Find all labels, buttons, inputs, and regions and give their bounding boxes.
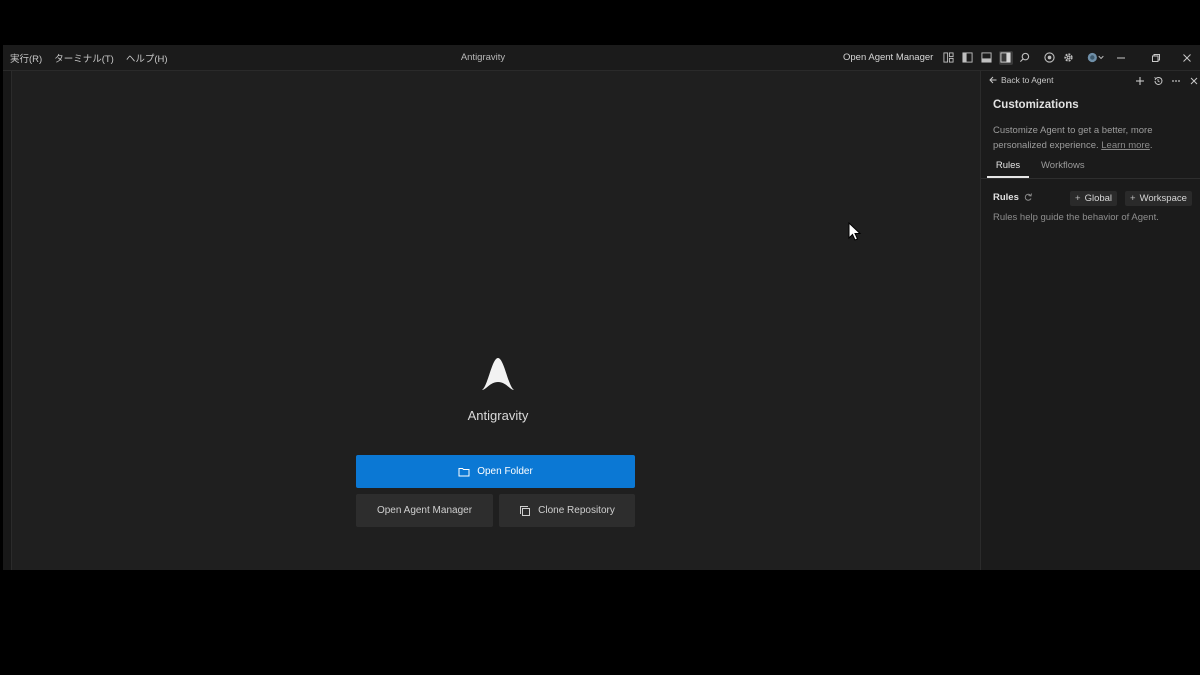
open-agent-manager-button[interactable]: Open Agent Manager: [356, 494, 493, 527]
clone-repository-label: Clone Repository: [538, 505, 615, 516]
panel-title: Customizations: [993, 99, 1079, 111]
open-agent-manager-link[interactable]: Open Agent Manager: [843, 52, 933, 63]
learn-more-link[interactable]: Learn more: [1101, 140, 1150, 151]
menu-terminal[interactable]: ターミナル(T): [54, 51, 114, 65]
panel-close-icon[interactable]: [1188, 75, 1200, 87]
rules-help-text: Rules help guide the behavior of Agent.: [993, 212, 1159, 223]
menu-run[interactable]: 実行(R): [10, 51, 42, 65]
menu-help[interactable]: ヘルプ(H): [126, 51, 168, 65]
folder-icon: [458, 467, 470, 476]
customizations-panel: Back to Agent Customizations Customize A…: [980, 71, 1200, 570]
sidebar-left-icon[interactable]: [961, 51, 975, 65]
plus-icon: +: [1075, 193, 1081, 204]
title-bar-actions: Open Agent Manager: [843, 45, 1110, 70]
sidebar-right-icon[interactable]: [998, 50, 1013, 65]
more-icon[interactable]: [1170, 75, 1182, 87]
add-workspace-rule-button[interactable]: + Workspace: [1125, 191, 1192, 206]
close-icon[interactable]: [1177, 45, 1197, 70]
open-agent-manager-label: Open Agent Manager: [376, 505, 473, 516]
antigravity-logo: [482, 358, 514, 390]
copy-icon: [520, 505, 531, 516]
panel-tabs: Rules Workflows: [981, 158, 1200, 179]
refresh-icon[interactable]: [1023, 192, 1033, 202]
search-icon[interactable]: [1018, 51, 1032, 65]
rules-label: Rules: [993, 191, 1019, 203]
history-icon[interactable]: [1152, 75, 1164, 87]
chrome-icon[interactable]: [1042, 51, 1056, 65]
activity-bar: [3, 71, 12, 570]
window-title: Antigravity: [460, 52, 506, 63]
open-folder-label: Open Folder: [477, 466, 533, 477]
panel-description: Customize Agent to get a better, more pe…: [993, 125, 1153, 151]
back-arrow-icon: [989, 76, 997, 84]
panel-bottom-icon[interactable]: [980, 51, 994, 65]
account-icon[interactable]: [1084, 51, 1108, 65]
minimize-icon[interactable]: [1111, 45, 1131, 70]
panel-header: Back to Agent: [981, 71, 1200, 91]
menu-bar: 実行(R) ターミナル(T) ヘルプ(H): [10, 45, 180, 70]
open-folder-button[interactable]: Open Folder: [356, 455, 635, 488]
back-to-agent-label: Back to Agent: [1001, 75, 1054, 85]
plus-icon[interactable]: [1134, 75, 1146, 87]
mouse-cursor-icon: [848, 222, 862, 241]
back-to-agent-link[interactable]: Back to Agent: [989, 75, 1053, 85]
title-bar: 実行(R) ターミナル(T) ヘルプ(H) Antigravity Open A…: [3, 45, 1200, 71]
clone-repository-button[interactable]: Clone Repository: [499, 494, 635, 527]
restore-icon[interactable]: [1146, 45, 1166, 70]
add-global-rule-button[interactable]: + Global: [1070, 191, 1118, 206]
gear-icon[interactable]: [1061, 51, 1075, 65]
welcome-title: Antigravity: [467, 408, 529, 423]
layout-icon[interactable]: [942, 51, 956, 65]
plus-icon: +: [1130, 193, 1136, 204]
app-window: 実行(R) ターミナル(T) ヘルプ(H) Antigravity Open A…: [3, 45, 1200, 570]
add-global-label: Global: [1084, 193, 1113, 204]
add-workspace-label: Workspace: [1139, 193, 1187, 204]
tab-workflows[interactable]: Workflows: [1041, 160, 1085, 178]
tab-rules[interactable]: Rules: [987, 160, 1029, 178]
